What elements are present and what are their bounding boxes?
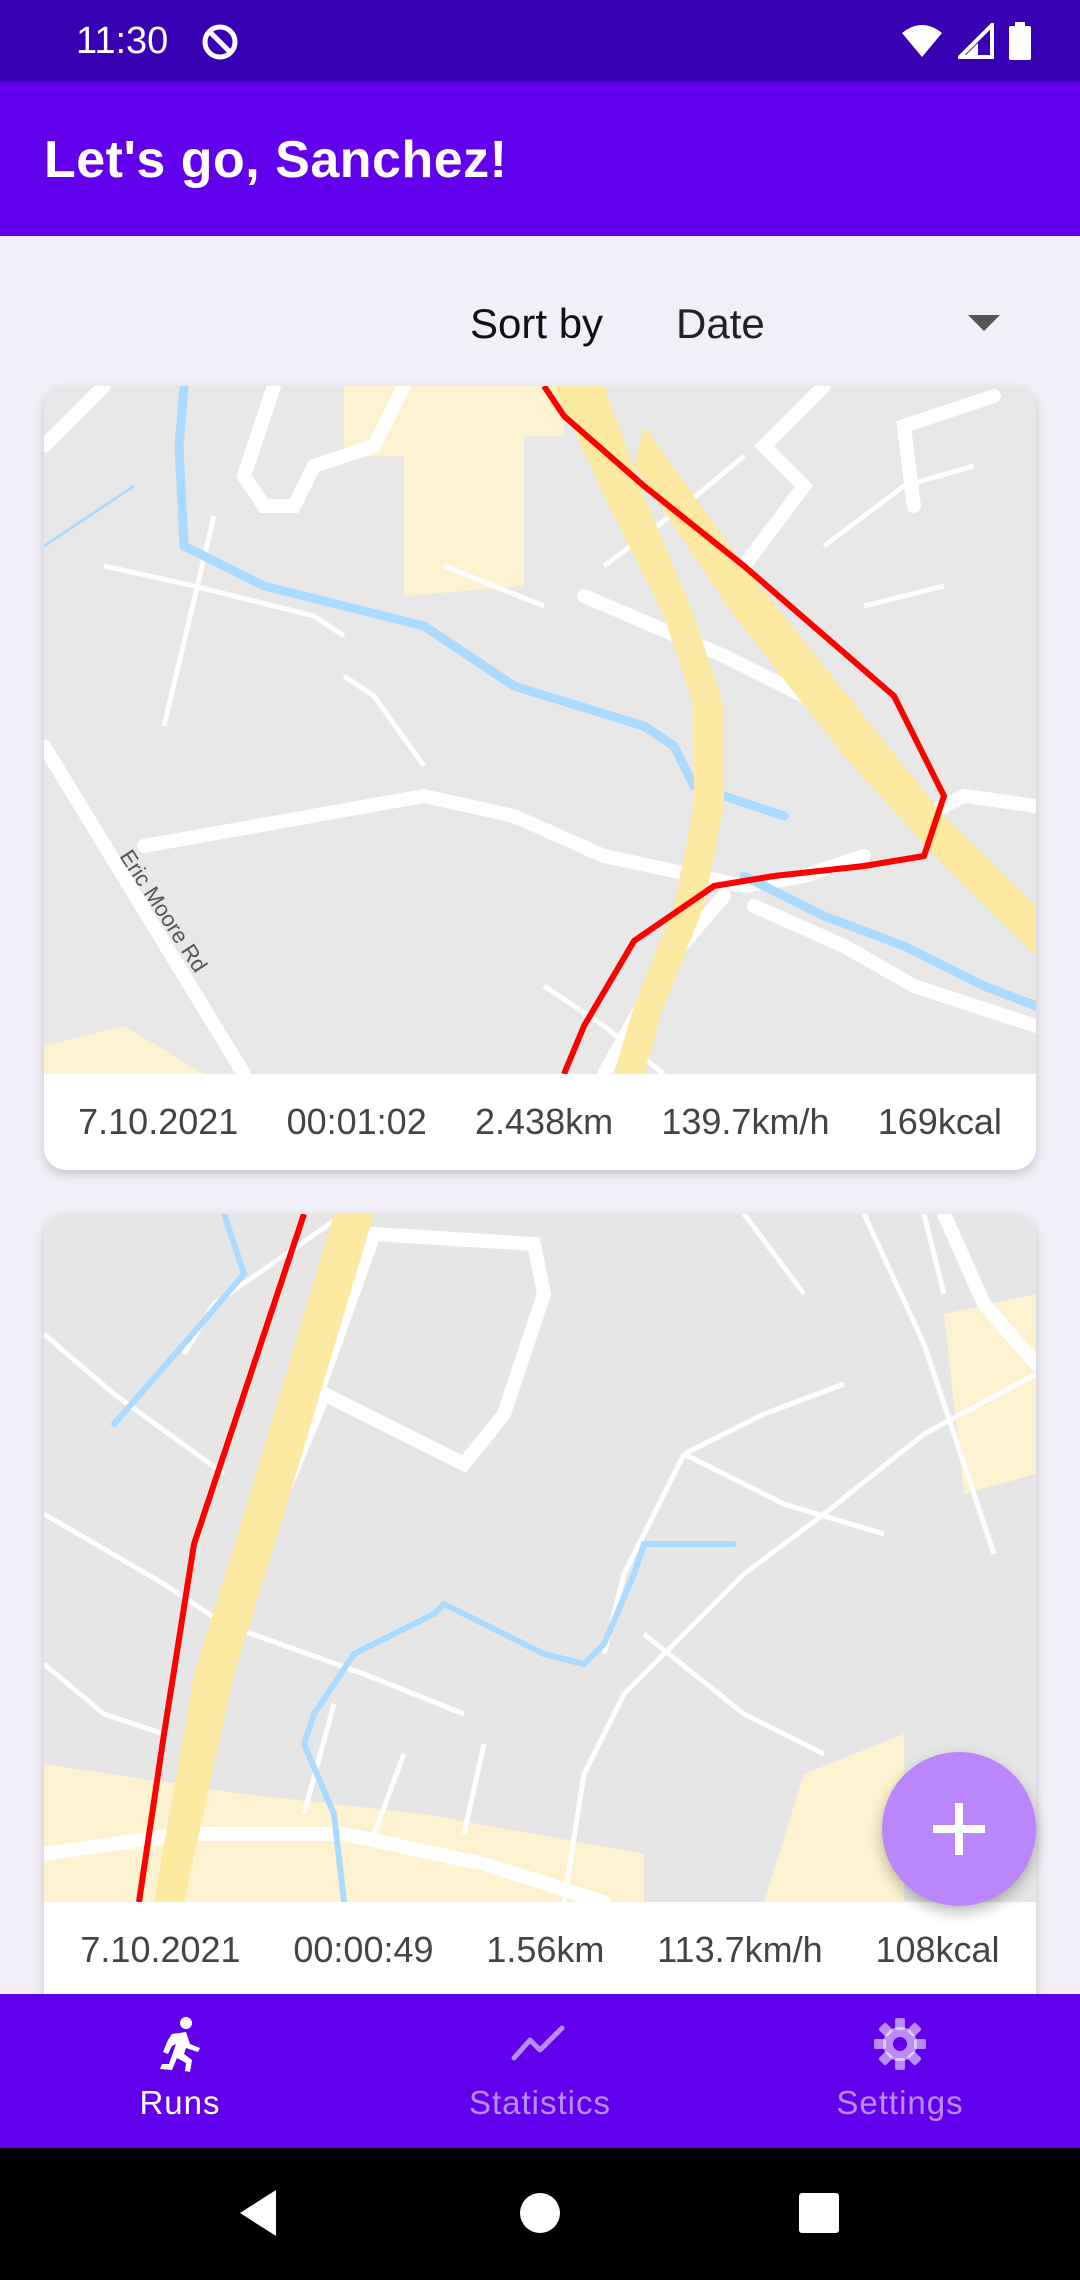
run-icon: [160, 2017, 200, 2072]
wifi-icon: [902, 25, 942, 57]
bottom-nav: Runs Statistics Settings: [0, 1994, 1080, 2148]
run-stats: 7.10.2021 00:00:49 1.56km 113.7km/h 108k…: [44, 1902, 1036, 1998]
no-sync-icon: [202, 24, 238, 60]
nav-item-settings[interactable]: Settings: [720, 1994, 1080, 2148]
run-card[interactable]: Eric Moore Rd 7.10.2021 00:01:02 2.438km…: [44, 386, 1036, 1170]
sort-label: Sort by: [470, 300, 604, 347]
sort-dropdown[interactable]: Date: [660, 290, 1000, 360]
run-speed: 139.7km/h: [661, 1101, 830, 1142]
run-stats: 7.10.2021 00:01:02 2.438km 139.7km/h 169…: [44, 1074, 1036, 1170]
nav-label-runs: Runs: [139, 2084, 221, 2121]
page-title: Let's go, Sanchez!: [44, 131, 508, 189]
run-calories: 108kcal: [875, 1929, 1000, 1970]
dropdown-arrow-icon: [968, 315, 1000, 331]
chart-line-icon: [511, 2025, 565, 2061]
sort-selected-value: Date: [676, 300, 765, 347]
status-bar: 11:30: [0, 0, 1080, 82]
run-map: Eric Moore Rd: [44, 386, 1036, 1074]
signal-icon: [958, 23, 994, 59]
nav-item-statistics[interactable]: Statistics: [360, 1994, 720, 2148]
nav-item-runs[interactable]: Runs: [0, 1994, 360, 2148]
battery-icon: [1009, 22, 1031, 60]
plus-icon: [933, 1803, 985, 1855]
run-card[interactable]: 7.10.2021 00:00:49 1.56km 113.7km/h 108k…: [44, 1214, 1036, 2014]
run-date: 7.10.2021: [78, 1101, 239, 1142]
system-nav-bar: [0, 2148, 1080, 2280]
map-image: Eric Moore Rd: [44, 386, 1036, 1074]
nav-label-statistics: Statistics: [468, 2084, 612, 2121]
app-bar: Let's go, Sanchez!: [0, 82, 1080, 236]
status-time: 11:30: [76, 20, 169, 62]
run-duration: 00:01:02: [286, 1101, 427, 1142]
gear-icon: [874, 2018, 926, 2070]
recents-icon[interactable]: [797, 2188, 841, 2238]
back-icon[interactable]: [236, 2188, 280, 2238]
run-distance: 2.438km: [475, 1101, 614, 1142]
nav-label-settings: Settings: [836, 2084, 964, 2121]
run-duration: 00:00:49: [293, 1929, 434, 1970]
home-icon[interactable]: [518, 2188, 562, 2238]
run-speed: 113.7km/h: [657, 1929, 823, 1970]
add-run-button[interactable]: [882, 1752, 1036, 1906]
run-date: 7.10.2021: [80, 1929, 241, 1970]
run-calories: 169kcal: [877, 1101, 1002, 1142]
sort-row: Sort by Date: [0, 290, 1080, 360]
run-distance: 1.56km: [486, 1929, 605, 1970]
